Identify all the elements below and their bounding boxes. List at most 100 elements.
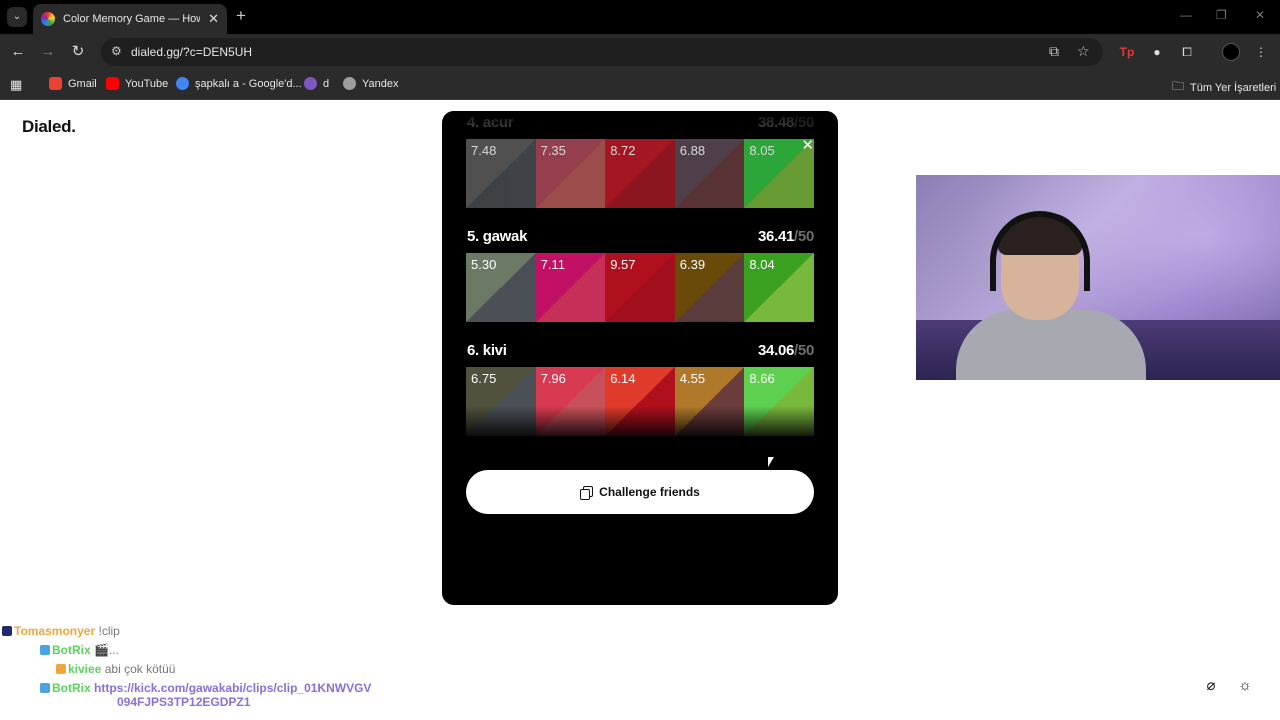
chat-badge-icon (2, 626, 12, 636)
tile-score: 7.35 (540, 143, 566, 158)
all-bookmarks-folder[interactable]: 🗀 Tüm Yer İşaretleri (1172, 77, 1276, 98)
extension-tp-icon[interactable]: Tp (1118, 43, 1136, 61)
tile-score: 7.11 (540, 257, 565, 272)
color-tile: 7.48 (466, 139, 536, 208)
bookmark-label: Yandex (362, 77, 399, 90)
globe-icon (343, 77, 356, 90)
results-modal: ✕ 4. acur 38.48/50 7.48 7.35 8.72 6.88 8.05 5. … (442, 111, 838, 605)
bookmark-label: d (323, 77, 330, 90)
url-text[interactable]: dialed.gg/?c=DEN5UH (131, 45, 252, 59)
tile-score: 7.48 (471, 143, 497, 158)
tile-score: 8.66 (749, 371, 775, 386)
challenge-friends-button[interactable]: Challenge friends (466, 470, 814, 514)
chat-message: kiviee abi çok kötüü (56, 662, 175, 676)
score-max: /50 (794, 114, 814, 131)
color-tile: 4.55 (674, 367, 745, 436)
player-score: 34.06/50 (758, 342, 814, 359)
tab-strip: ⌄ Color Memory Game — How W ✕ + — ❐ ✕ (0, 0, 1280, 34)
browser-toolbar: ← → ↻ ⚙ dialed.gg/?c=DEN5UH ⧉ ☆ Tp ● ⧠ ⋮ (0, 34, 1280, 70)
new-tab-icon[interactable]: + (236, 6, 246, 26)
chat-username: BotRix (52, 643, 91, 657)
tile-score: 9.57 (610, 257, 636, 272)
all-bookmarks-label: Tüm Yer İşaretleri (1190, 81, 1277, 94)
page-content: Dialed. ✕ 4. acur 38.48/50 7.48 7.35 8.72 6.8… (0, 100, 1280, 720)
webcam-overlay (916, 175, 1280, 380)
color-tiles-row: 7.48 7.35 8.72 6.88 8.05 (466, 139, 814, 208)
theme-sun-icon[interactable]: ☼ (1236, 677, 1254, 695)
youtube-icon (106, 77, 119, 90)
chat-text-continued[interactable]: 094FJPS3TP12EGDPZ1 (117, 695, 371, 709)
address-bar[interactable]: ⚙ dialed.gg/?c=DEN5UH ⧉ ☆ (101, 38, 1103, 66)
site-info-icon[interactable]: ⚙ (111, 44, 122, 58)
reload-icon[interactable]: ↻ (68, 42, 88, 62)
google-icon (176, 77, 189, 90)
chat-badge-icon (56, 664, 66, 674)
chat-badge-icon (40, 645, 50, 655)
restore-icon[interactable]: ❐ (1216, 8, 1227, 22)
bookmark-youtube[interactable]: YouTube (106, 77, 168, 90)
tab-title: Color Memory Game — How W (63, 13, 200, 25)
window-close-icon[interactable]: ✕ (1255, 8, 1265, 22)
menu-kebab-icon[interactable]: ⋮ (1252, 43, 1270, 61)
bookmark-google-search[interactable]: şapkalı a - Google'd... (176, 77, 302, 90)
forward-icon[interactable]: → (38, 42, 58, 62)
extension-cookie-icon[interactable]: ● (1148, 43, 1166, 61)
color-tiles-row: 6.75 7.96 6.14 4.55 8.66 (466, 367, 814, 436)
apps-grid-icon[interactable]: ▦ (10, 77, 22, 93)
chat-username: kiviee (68, 662, 102, 676)
leaderboard-entry: 6. kivi 34.06/50 6.75 7.96 6.14 4.55 8.66 (466, 339, 814, 436)
bookmark-yandex[interactable]: Yandex (343, 77, 399, 90)
install-app-icon[interactable]: ⧉ (1049, 43, 1059, 60)
chat-text: 🎬... (94, 643, 119, 657)
color-tile: 6.14 (605, 367, 675, 436)
tile-score: 6.14 (610, 371, 636, 386)
entry-header: 4. acur 38.48/50 (466, 111, 814, 139)
bookmark-d[interactable]: d (304, 77, 329, 90)
color-tiles-row: 5.30 7.11 9.57 6.39 8.04 (466, 253, 814, 322)
d-site-icon (304, 77, 317, 90)
color-tile: 8.04 (744, 253, 814, 322)
player-score: 38.48/50 (758, 114, 814, 131)
leaderboard-entry: 5. gawak 36.41/50 5.30 7.11 9.57 6.39 8.04 (466, 225, 814, 322)
copy-icon (580, 486, 594, 500)
color-tile: 9.57 (605, 253, 675, 322)
tab-active[interactable]: Color Memory Game — How W ✕ (33, 4, 227, 34)
chat-text: !clip (98, 624, 120, 638)
sound-off-icon[interactable]: ⌀ (1202, 677, 1220, 695)
bookmark-label: şapkalı a - Google'd... (195, 77, 302, 90)
chat-username: Tomasmonyer (14, 624, 96, 638)
tab-search-chevron-icon[interactable]: ⌄ (7, 7, 27, 27)
tile-score: 6.75 (471, 371, 497, 386)
color-tile: 8.72 (605, 139, 675, 208)
color-tile: 5.30 (466, 253, 536, 322)
bookmark-gmail[interactable]: Gmail (49, 77, 97, 90)
chat-message: Tomasmonyer !clip (2, 624, 120, 638)
challenge-friends-label: Challenge friends (599, 485, 700, 499)
bookmark-star-icon[interactable]: ☆ (1077, 43, 1090, 60)
tile-score: 5.30 (471, 257, 497, 272)
gmail-icon (49, 77, 62, 90)
profile-avatar[interactable] (1222, 43, 1240, 61)
site-favicon-icon (41, 12, 55, 26)
back-icon[interactable]: ← (8, 42, 28, 62)
score-max: /50 (794, 228, 814, 245)
site-logo[interactable]: Dialed. (22, 117, 76, 137)
modal-close-icon[interactable]: ✕ (801, 136, 814, 154)
folder-icon: 🗀 (1172, 79, 1185, 93)
leaderboard-entry: 4. acur 38.48/50 7.48 7.35 8.72 6.88 8.05 (466, 111, 814, 208)
color-tile: 6.75 (466, 367, 536, 436)
streamer-body (956, 310, 1146, 380)
bookmark-label: YouTube (125, 77, 169, 90)
tile-score: 8.05 (749, 143, 775, 158)
tab-close-icon[interactable]: ✕ (208, 11, 219, 27)
tile-score: 6.39 (679, 257, 706, 272)
tile-score: 8.72 (610, 143, 636, 158)
player-name: 5. gawak (467, 228, 528, 245)
chat-text[interactable]: https://kick.com/gawakabi/clips/clip_01K… (94, 681, 371, 695)
minimize-icon[interactable]: — (1180, 8, 1192, 22)
color-tile: 7.11 (535, 253, 606, 322)
player-name: 6. kivi (467, 342, 507, 359)
extensions-puzzle-icon[interactable]: ⧠ (1178, 43, 1196, 61)
score-value: 36.41 (758, 228, 795, 245)
chat-text: abi çok kötüü (104, 662, 176, 676)
